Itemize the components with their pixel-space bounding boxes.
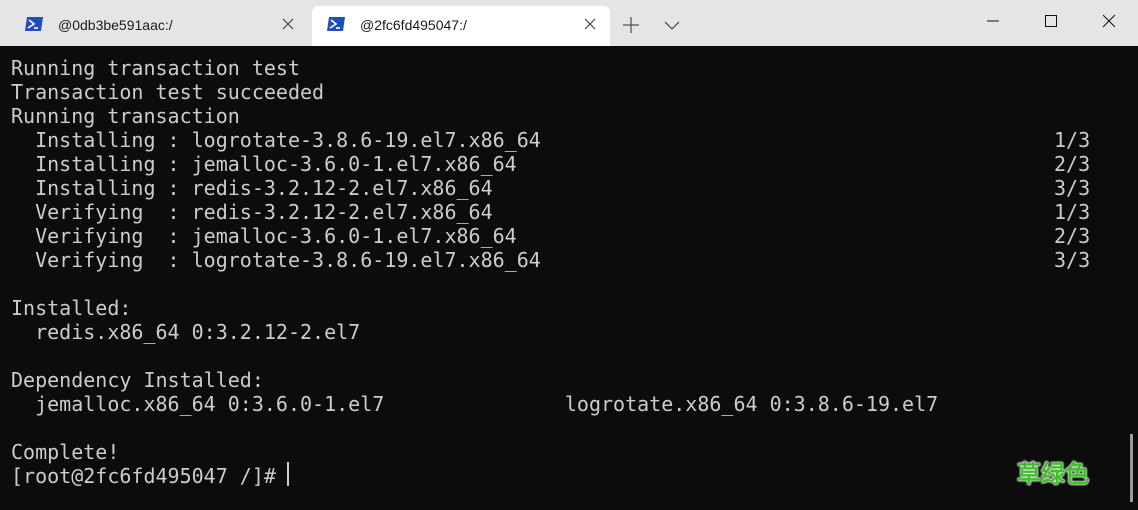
watermark: 草绿色: [1017, 460, 1089, 488]
terminal-line: Installed:: [11, 296, 132, 320]
terminal-line: Installing : logrotate-3.8.6-19.el7.x86_…: [11, 128, 541, 152]
tab-title: @2fc6fd495047:/: [360, 17, 467, 33]
terminal-line: Complete!: [11, 440, 120, 464]
terminal-line: Transaction test succeeded: [11, 80, 325, 104]
powershell-terminal-icon: [24, 16, 44, 32]
terminal-window: @0db3be591aac:/ @2fc6fd495047:/ Running …: [0, 0, 1138, 510]
terminal-line: Dependency Installed:: [11, 368, 264, 392]
close-icon[interactable]: [280, 16, 296, 32]
progress-counter: 1/3: [1054, 128, 1091, 152]
terminal-line: redis.x86_64 0:3.2.12-2.el7: [11, 320, 361, 344]
scrollbar[interactable]: [1130, 434, 1133, 502]
terminal-line: Verifying : logrotate-3.8.6-19.el7.x86_6…: [11, 248, 541, 272]
minimize-icon: [986, 14, 1000, 33]
progress-counter: 2/3: [1054, 224, 1091, 248]
terminal-output[interactable]: Running transaction test Transaction tes…: [0, 46, 1138, 510]
window-close-icon: [1102, 14, 1116, 33]
terminal-prompt: [root@2fc6fd495047 /]#: [11, 464, 288, 488]
terminal-line: Verifying : redis-3.2.12-2.el7.x86_64: [11, 200, 493, 224]
title-bar: @0db3be591aac:/ @2fc6fd495047:/: [0, 0, 1138, 46]
plus-icon[interactable]: [620, 14, 642, 36]
progress-counter: 3/3: [1054, 248, 1091, 272]
tab-2fc6fd495047[interactable]: @2fc6fd495047:/: [312, 6, 610, 46]
maximize-icon: [1044, 14, 1058, 33]
terminal-line: Verifying : jemalloc-3.6.0-1.el7.x86_64: [11, 224, 517, 248]
terminal-line: Running transaction test: [11, 56, 300, 80]
progress-counter: 1/3: [1054, 200, 1091, 224]
terminal-line: Running transaction: [11, 104, 240, 128]
text-cursor: [287, 462, 289, 486]
maximize-button[interactable]: [1022, 0, 1080, 46]
tab-0db3be591aac[interactable]: @0db3be591aac:/: [10, 6, 308, 46]
window-close-button[interactable]: [1080, 0, 1138, 46]
progress-counter: 2/3: [1054, 152, 1091, 176]
powershell-terminal-icon: [326, 16, 346, 32]
chevron-down-icon[interactable]: [662, 16, 682, 34]
terminal-line: jemalloc.x86_64 0:3.6.0-1.el7 logrotate.…: [11, 392, 939, 416]
close-icon[interactable]: [582, 16, 598, 32]
tab-title: @0db3be591aac:/: [58, 17, 173, 33]
minimize-button[interactable]: [964, 0, 1022, 46]
terminal-line: Installing : redis-3.2.12-2.el7.x86_64: [11, 176, 493, 200]
progress-counter: 3/3: [1054, 176, 1091, 200]
terminal-line: Installing : jemalloc-3.6.0-1.el7.x86_64: [11, 152, 517, 176]
